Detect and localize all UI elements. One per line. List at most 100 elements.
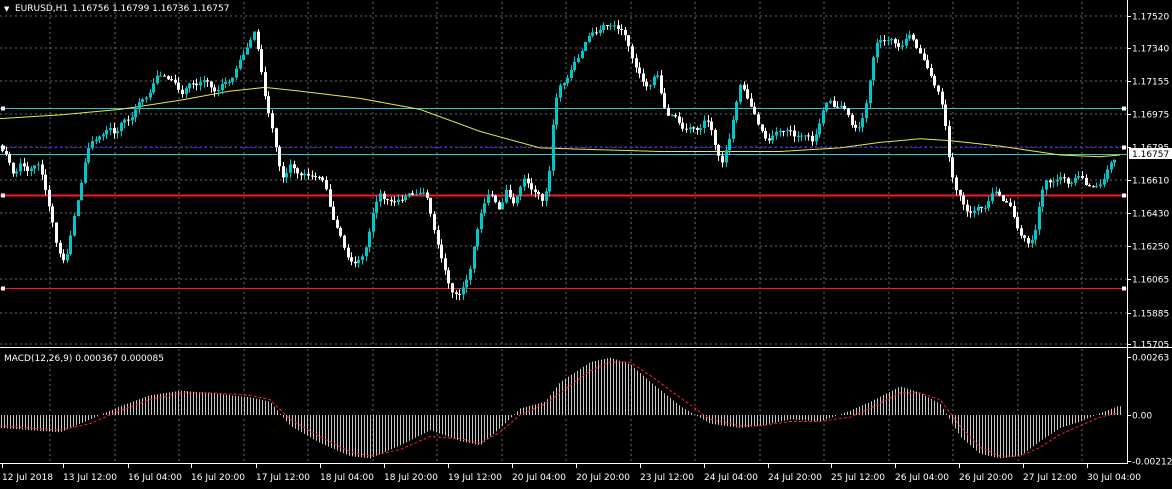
candle-body	[1041, 189, 1044, 207]
candle-body	[120, 122, 123, 132]
horizontal-levels[interactable]	[0, 106, 1127, 291]
candle-body	[566, 78, 569, 83]
candle-body	[235, 68, 238, 78]
y-tick-label: 1.17340	[1132, 45, 1169, 55]
candle-body	[174, 79, 177, 83]
candle-body	[91, 141, 94, 148]
level-handle	[1, 286, 5, 291]
symbol-label: EURUSD,H1	[15, 4, 68, 14]
candle-body	[851, 115, 854, 125]
candle-body	[908, 34, 911, 39]
candle-body	[530, 183, 533, 190]
candlesticks	[1, 20, 1116, 301]
candle-body	[12, 162, 15, 174]
candle-body	[195, 83, 198, 86]
candle-body	[271, 113, 274, 129]
candle-body	[764, 130, 767, 139]
candle-body	[1092, 186, 1095, 188]
candle-body	[285, 172, 288, 178]
candle-body	[451, 283, 454, 293]
candle-body	[149, 92, 152, 98]
candle-body	[379, 193, 382, 202]
candle-body	[534, 189, 537, 192]
candle-body	[300, 173, 303, 176]
candle-body	[595, 32, 598, 34]
candle-body	[869, 80, 872, 104]
candle-body	[408, 193, 411, 197]
y-tick-label: 1.17520	[1132, 13, 1169, 23]
y-tick-label: 1.16250	[1132, 243, 1169, 253]
candle-body	[329, 189, 332, 207]
candle-body	[51, 206, 54, 223]
candle-body	[199, 82, 202, 86]
x-tick-label: 26 Jul 04:00	[895, 473, 949, 483]
candle-body	[703, 120, 706, 129]
candle-body	[116, 131, 119, 134]
candle-body	[775, 131, 778, 136]
candle-body	[267, 96, 270, 114]
candle-body	[671, 115, 674, 117]
candle-body	[915, 39, 918, 49]
candle-body	[145, 97, 148, 100]
candle-body	[275, 128, 278, 148]
level-handle	[1122, 193, 1126, 198]
candle-body	[1095, 186, 1098, 188]
candle-body	[383, 193, 386, 200]
candle-body	[663, 93, 666, 108]
candle-body	[221, 84, 224, 90]
candle-body	[23, 163, 26, 167]
candle-body	[926, 60, 929, 68]
candle-body	[739, 84, 742, 102]
candle-body	[134, 109, 137, 118]
y-tick-label: 1.16430	[1132, 210, 1169, 220]
candle-body	[645, 81, 648, 87]
candle-body	[833, 100, 836, 107]
candle-body	[897, 43, 900, 47]
candle-body	[1074, 177, 1077, 183]
candle-body	[1059, 177, 1062, 180]
candle-body	[955, 177, 958, 190]
candle-body	[890, 39, 893, 41]
x-tick-label: 26 Jul 20:00	[959, 473, 1013, 483]
candle-body	[527, 178, 530, 184]
candle-body	[617, 25, 620, 29]
candle-body	[339, 227, 342, 236]
candle-body	[768, 138, 771, 141]
candle-body	[494, 195, 497, 203]
dropdown-arrow-icon[interactable]: ▼	[4, 5, 10, 13]
candle-body	[847, 108, 850, 115]
candle-body	[1023, 235, 1026, 238]
candle-body	[667, 107, 670, 116]
candle-body	[350, 257, 353, 262]
candle-body	[246, 47, 249, 55]
x-tick-label: 25 Jul 12:00	[831, 473, 885, 483]
x-tick-label: 30 Jul 04:00	[1087, 473, 1141, 483]
candle-body	[1085, 177, 1088, 185]
x-tick-label: 18 Jul 20:00	[384, 473, 438, 483]
trading-chart[interactable]: 1.175201.173401.171551.169751.167951.166…	[0, 0, 1172, 489]
candle-body	[1099, 184, 1102, 186]
candle-body	[606, 25, 609, 26]
x-tick-label: 17 Jul 12:00	[256, 473, 310, 483]
candle-body	[581, 51, 584, 59]
candle-body	[804, 135, 807, 137]
candle-body	[123, 119, 126, 123]
candle-body	[545, 191, 548, 201]
candle-body	[163, 75, 166, 77]
candle-body	[127, 119, 130, 121]
candle-body	[674, 115, 677, 117]
x-tick-label: 18 Jul 04:00	[320, 473, 374, 483]
candle-body	[239, 59, 242, 69]
candle-body	[894, 39, 897, 44]
candle-body	[325, 180, 328, 190]
candle-body	[429, 197, 432, 214]
candle-body	[170, 79, 173, 81]
candle-body	[746, 89, 749, 99]
candle-body	[375, 201, 378, 214]
candle-body	[599, 29, 602, 33]
candle-body	[591, 32, 594, 36]
candle-body	[516, 196, 519, 204]
candle-body	[714, 130, 717, 145]
candle-body	[1103, 178, 1106, 185]
ohlc-values: 1.16756 1.16799 1.16736 1.16757	[72, 4, 229, 14]
